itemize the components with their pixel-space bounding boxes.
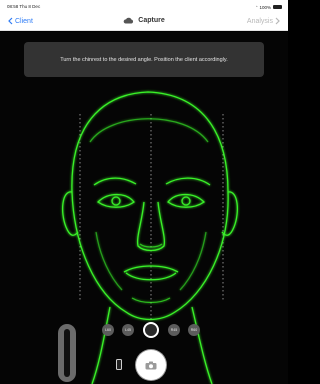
camera-viewport: Turn the chinrest to the desired angle. … (0, 32, 288, 384)
guide-lines (79, 114, 224, 322)
angle-button-l45[interactable]: L45 (122, 324, 134, 336)
instruction-text: Turn the chinrest to the desired angle. … (60, 56, 228, 63)
phone-icon[interactable] (116, 359, 122, 370)
angle-button-r60[interactable]: R60 (188, 324, 200, 336)
analysis-button-label: Analysis (246, 17, 273, 25)
capture-button[interactable] (136, 350, 166, 380)
angle-button-front[interactable] (143, 322, 159, 338)
status-indicators: ◦ 100% (256, 4, 282, 10)
navigation-bar: Client Capture Analysis (0, 13, 288, 31)
angle-button-label: L45 (125, 328, 131, 332)
page-title: Capture (0, 17, 288, 24)
battery-icon (273, 5, 282, 9)
battery-percent: 100% (259, 4, 271, 10)
chevron-right-icon (275, 17, 280, 25)
angle-button-label: R45 (170, 328, 178, 332)
camera-icon (145, 361, 157, 369)
zoom-slider-thumb[interactable] (64, 329, 70, 377)
instruction-banner: Turn the chinrest to the desired angle. … (24, 42, 264, 77)
page-title-label: Capture (138, 17, 165, 24)
angle-button-r45[interactable]: R45 (168, 324, 180, 336)
angle-button-l60[interactable]: L60 (102, 324, 114, 336)
cloud-icon (123, 17, 134, 24)
angle-button-label: L60 (105, 328, 111, 332)
status-bar: 08:58 Thu 8 Dec ◦ 100% (0, 0, 288, 13)
face-outline (61, 91, 239, 384)
status-time: 08:58 Thu 8 Dec (7, 4, 41, 9)
wifi-icon: ◦ (255, 4, 258, 10)
angle-button-label: R60 (190, 328, 198, 332)
analysis-button[interactable]: Analysis (247, 17, 280, 25)
